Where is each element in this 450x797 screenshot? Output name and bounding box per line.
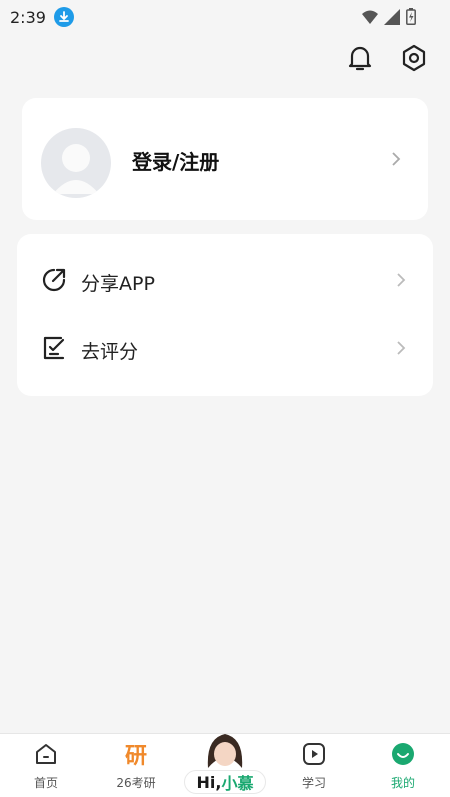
assistant-hi: Hi, <box>196 772 222 792</box>
avatar[interactable] <box>41 128 111 198</box>
menu-item-label: 去评分 <box>81 341 139 363</box>
bell-icon[interactable] <box>346 42 374 74</box>
download-icon <box>53 7 74 27</box>
tab-study[interactable]: 学习 <box>279 734 349 797</box>
menu-item-share[interactable]: 分享APP <box>17 251 433 311</box>
home-icon <box>36 744 56 764</box>
tab-kaoyan[interactable]: 研 26考研 <box>101 734 171 797</box>
tab-label: 学习 <box>301 776 326 790</box>
menu-item-rate[interactable]: 去评分 <box>17 319 433 379</box>
battery-icon <box>406 8 416 25</box>
tab-label: 首页 <box>33 776 58 790</box>
tab-label: 我的 <box>390 776 415 790</box>
signal-icon <box>384 8 400 25</box>
tab-home[interactable]: 首页 <box>11 734 81 797</box>
chevron-right-icon <box>397 341 406 355</box>
chevron-right-icon <box>397 273 406 287</box>
status-indicators <box>362 8 416 25</box>
wifi-icon <box>362 10 378 24</box>
login-register-link[interactable]: 登录/注册 <box>132 146 219 175</box>
menu-item-label: 分享APP <box>81 273 155 295</box>
rate-icon <box>43 336 65 360</box>
play-icon <box>303 743 325 765</box>
chevron-right-icon <box>392 152 401 166</box>
tab-label: 26考研 <box>116 776 156 790</box>
login-card[interactable]: 登录/注册 <box>22 98 428 220</box>
assistant-button[interactable]: Hi, 小慕 <box>184 770 266 794</box>
status-bar: 2:39 <box>0 0 450 34</box>
tab-mine[interactable]: 我的 <box>368 734 438 797</box>
kaoyan-icon: 研 <box>124 744 147 769</box>
menu-card: 分享APP 去评分 <box>17 234 433 396</box>
smile-icon <box>392 743 414 765</box>
settings-icon[interactable] <box>400 42 428 74</box>
share-icon <box>42 268 66 292</box>
top-actions <box>346 42 428 74</box>
assistant-name: 小慕 <box>221 774 254 793</box>
status-time: 2:39 <box>10 7 46 27</box>
